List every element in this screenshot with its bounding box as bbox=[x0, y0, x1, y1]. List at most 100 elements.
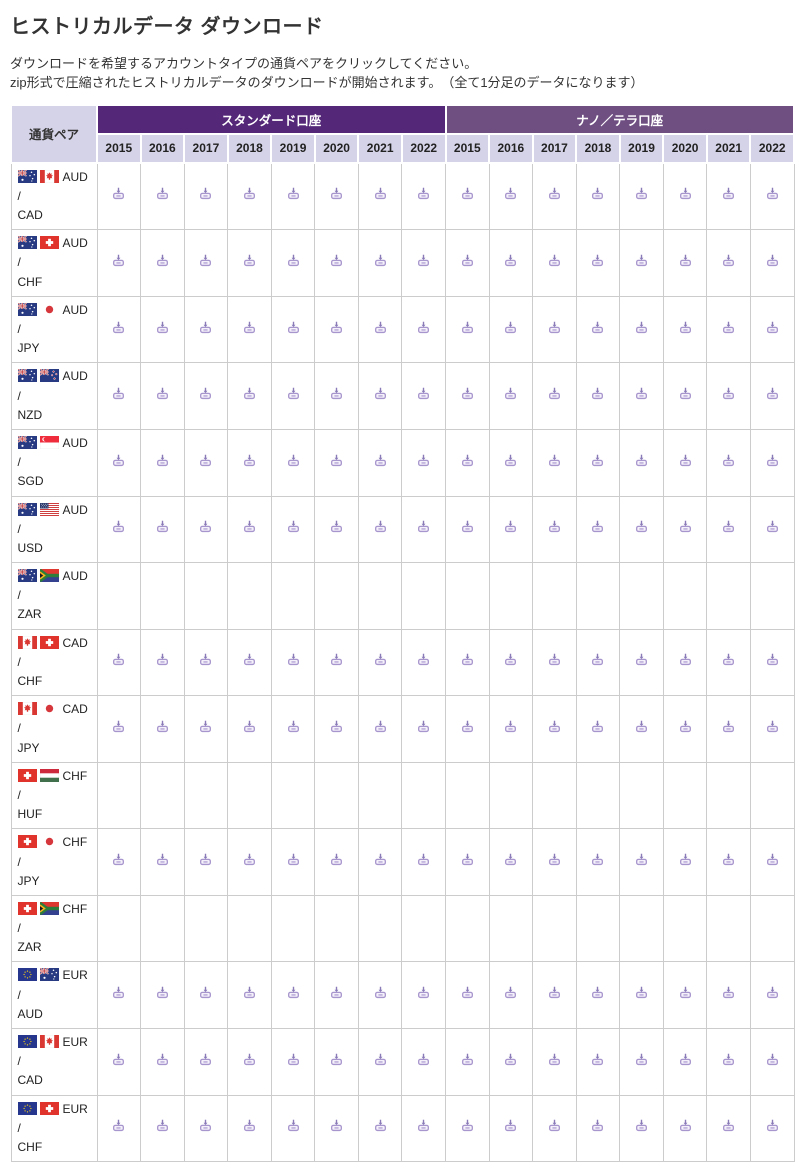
download-link[interactable] bbox=[635, 387, 648, 400]
download-link[interactable] bbox=[243, 1053, 256, 1066]
download-link[interactable] bbox=[548, 254, 561, 267]
download-link[interactable] bbox=[548, 454, 561, 467]
download-link[interactable] bbox=[722, 720, 735, 733]
download-link[interactable] bbox=[112, 520, 125, 533]
download-link[interactable] bbox=[548, 520, 561, 533]
download-link[interactable] bbox=[679, 1119, 692, 1132]
download-link[interactable] bbox=[199, 520, 212, 533]
download-link[interactable] bbox=[504, 1119, 517, 1132]
download-link[interactable] bbox=[287, 986, 300, 999]
download-link[interactable] bbox=[374, 387, 387, 400]
download-link[interactable] bbox=[635, 1053, 648, 1066]
download-link[interactable] bbox=[591, 254, 604, 267]
download-link[interactable] bbox=[679, 387, 692, 400]
download-link[interactable] bbox=[243, 520, 256, 533]
download-link[interactable] bbox=[461, 986, 474, 999]
download-link[interactable] bbox=[722, 187, 735, 200]
download-link[interactable] bbox=[417, 520, 430, 533]
download-link[interactable] bbox=[112, 853, 125, 866]
download-link[interactable] bbox=[156, 1053, 169, 1066]
download-link[interactable] bbox=[591, 321, 604, 334]
download-link[interactable] bbox=[112, 720, 125, 733]
download-link[interactable] bbox=[330, 321, 343, 334]
download-link[interactable] bbox=[287, 520, 300, 533]
download-link[interactable] bbox=[374, 986, 387, 999]
download-link[interactable] bbox=[287, 1053, 300, 1066]
download-link[interactable] bbox=[330, 387, 343, 400]
download-link[interactable] bbox=[417, 321, 430, 334]
download-link[interactable] bbox=[287, 187, 300, 200]
download-link[interactable] bbox=[243, 454, 256, 467]
download-link[interactable] bbox=[766, 986, 779, 999]
download-link[interactable] bbox=[679, 321, 692, 334]
download-link[interactable] bbox=[287, 1119, 300, 1132]
download-link[interactable] bbox=[287, 321, 300, 334]
download-link[interactable] bbox=[112, 387, 125, 400]
download-link[interactable] bbox=[330, 853, 343, 866]
download-link[interactable] bbox=[635, 853, 648, 866]
download-link[interactable] bbox=[591, 1053, 604, 1066]
download-link[interactable] bbox=[287, 853, 300, 866]
download-link[interactable] bbox=[679, 454, 692, 467]
download-link[interactable] bbox=[504, 1053, 517, 1066]
download-link[interactable] bbox=[461, 1119, 474, 1132]
download-link[interactable] bbox=[548, 653, 561, 666]
download-link[interactable] bbox=[156, 1119, 169, 1132]
download-link[interactable] bbox=[199, 454, 212, 467]
download-link[interactable] bbox=[548, 720, 561, 733]
download-link[interactable] bbox=[330, 653, 343, 666]
download-link[interactable] bbox=[591, 986, 604, 999]
download-link[interactable] bbox=[112, 1119, 125, 1132]
download-link[interactable] bbox=[722, 1053, 735, 1066]
download-link[interactable] bbox=[287, 454, 300, 467]
download-link[interactable] bbox=[199, 321, 212, 334]
download-link[interactable] bbox=[330, 1053, 343, 1066]
download-link[interactable] bbox=[287, 254, 300, 267]
download-link[interactable] bbox=[417, 254, 430, 267]
download-link[interactable] bbox=[330, 986, 343, 999]
download-link[interactable] bbox=[504, 454, 517, 467]
download-link[interactable] bbox=[504, 720, 517, 733]
download-link[interactable] bbox=[199, 720, 212, 733]
download-link[interactable] bbox=[591, 187, 604, 200]
download-link[interactable] bbox=[722, 520, 735, 533]
download-link[interactable] bbox=[766, 454, 779, 467]
download-link[interactable] bbox=[635, 454, 648, 467]
download-link[interactable] bbox=[417, 1119, 430, 1132]
download-link[interactable] bbox=[417, 387, 430, 400]
download-link[interactable] bbox=[199, 254, 212, 267]
download-link[interactable] bbox=[635, 254, 648, 267]
download-link[interactable] bbox=[461, 321, 474, 334]
download-link[interactable] bbox=[504, 187, 517, 200]
download-link[interactable] bbox=[635, 187, 648, 200]
download-link[interactable] bbox=[330, 1119, 343, 1132]
download-link[interactable] bbox=[722, 321, 735, 334]
download-link[interactable] bbox=[591, 1119, 604, 1132]
download-link[interactable] bbox=[287, 387, 300, 400]
download-link[interactable] bbox=[112, 187, 125, 200]
download-link[interactable] bbox=[243, 254, 256, 267]
download-link[interactable] bbox=[243, 187, 256, 200]
download-link[interactable] bbox=[112, 454, 125, 467]
download-link[interactable] bbox=[504, 254, 517, 267]
download-link[interactable] bbox=[417, 720, 430, 733]
download-link[interactable] bbox=[766, 520, 779, 533]
download-link[interactable] bbox=[243, 387, 256, 400]
download-link[interactable] bbox=[156, 454, 169, 467]
download-link[interactable] bbox=[374, 1053, 387, 1066]
download-link[interactable] bbox=[199, 986, 212, 999]
download-link[interactable] bbox=[461, 520, 474, 533]
download-link[interactable] bbox=[199, 1119, 212, 1132]
download-link[interactable] bbox=[591, 387, 604, 400]
download-link[interactable] bbox=[766, 187, 779, 200]
download-link[interactable] bbox=[635, 720, 648, 733]
download-link[interactable] bbox=[112, 321, 125, 334]
download-link[interactable] bbox=[330, 187, 343, 200]
download-link[interactable] bbox=[766, 321, 779, 334]
download-link[interactable] bbox=[112, 254, 125, 267]
download-link[interactable] bbox=[112, 653, 125, 666]
download-link[interactable] bbox=[417, 853, 430, 866]
download-link[interactable] bbox=[417, 653, 430, 666]
download-link[interactable] bbox=[374, 454, 387, 467]
download-link[interactable] bbox=[243, 986, 256, 999]
